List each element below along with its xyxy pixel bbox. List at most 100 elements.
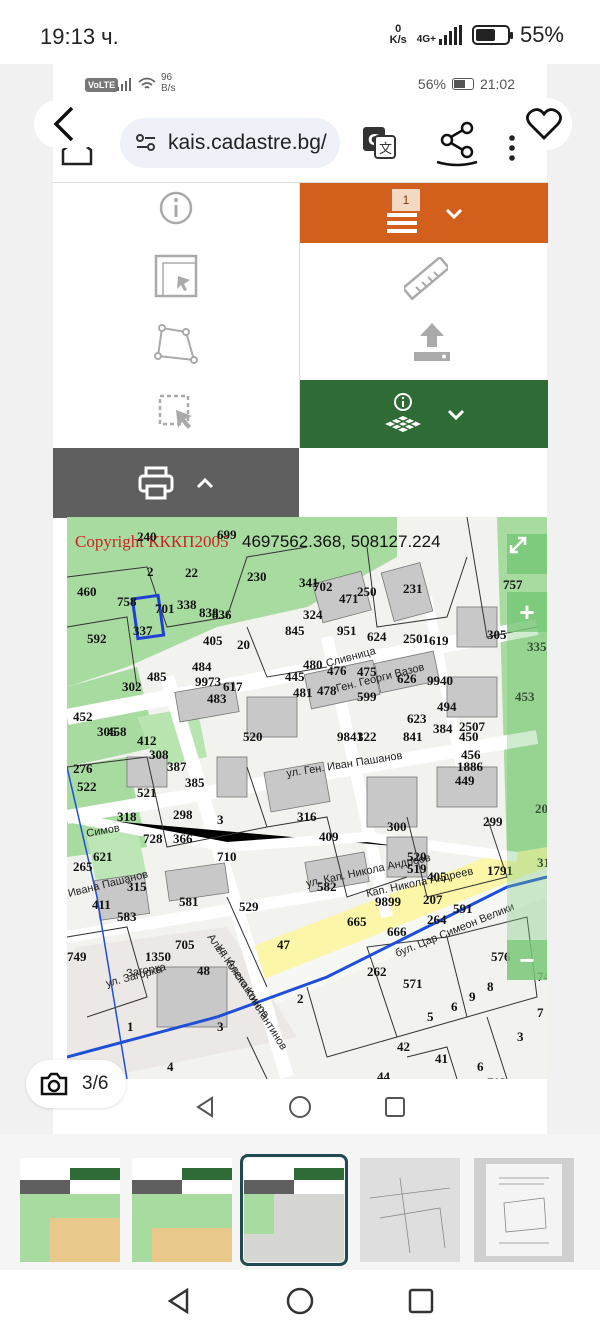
layers-panel: 1	[299, 183, 548, 448]
cadastral-map[interactable]: Copyright КККП2005 4697562.368, 508127.2…	[67, 517, 547, 1079]
measure-area-button[interactable]	[151, 251, 201, 301]
parcel-label: 240	[137, 529, 157, 544]
url-field[interactable]: kais.cadastre.bg/	[120, 118, 340, 168]
inner-battery-percent: 56%	[417, 76, 446, 92]
parcel-label: 3	[517, 1029, 524, 1044]
upload-button[interactable]	[412, 321, 452, 368]
zoom-slider[interactable]	[507, 680, 547, 940]
favorite-button[interactable]	[516, 98, 572, 150]
zoom-out-button[interactable]: −	[507, 940, 547, 980]
parcel-label: 626	[397, 671, 417, 686]
thumbnail-5[interactable]	[474, 1158, 574, 1262]
parcel-label: 4	[167, 1059, 174, 1074]
chevron-down-icon	[447, 409, 465, 420]
parcel-label: 9899	[375, 894, 402, 909]
thumbnail-1[interactable]	[20, 1158, 120, 1262]
info-layers-toggle[interactable]	[300, 380, 548, 448]
parcel-label: 520	[243, 729, 263, 744]
parcel-label: 728	[143, 831, 163, 846]
parcel-label: 9	[469, 989, 476, 1004]
volte-badge: VoLTE	[85, 78, 119, 92]
parcel-label: 623	[407, 711, 427, 726]
parcel-label: 305	[487, 627, 507, 642]
parcel-label: 44	[377, 1069, 391, 1079]
parcel-label: 22	[185, 565, 198, 580]
parcel-label: 702	[313, 579, 333, 594]
parcel-label: 318	[117, 809, 137, 824]
parcel-label: 471	[339, 591, 359, 606]
thumbnail-4[interactable]	[360, 1158, 460, 1262]
site-settings-icon[interactable]	[136, 134, 156, 152]
photo-counter[interactable]: 3/6	[26, 1060, 127, 1108]
parcel-label: 665	[347, 914, 367, 929]
ruler-button[interactable]	[401, 255, 451, 306]
info-icon	[159, 191, 193, 225]
parcel-label: 494	[437, 699, 457, 714]
parcel-label: 591	[453, 901, 473, 916]
parcel-label: 621	[93, 849, 113, 864]
fullscreen-button[interactable]	[507, 534, 547, 574]
parcel-label: 3	[217, 1019, 224, 1034]
parcel-label: 450	[459, 729, 479, 744]
parcel-label: 592	[87, 631, 107, 646]
parcel-label: 264	[427, 912, 447, 927]
parcel-label: 6	[477, 1059, 484, 1074]
parcel-label: 582	[317, 879, 337, 894]
parcel-label: 480	[303, 657, 323, 672]
parcel-label: 316	[297, 809, 317, 824]
info-tool-button[interactable]	[151, 183, 201, 233]
nav-back-icon[interactable]	[165, 1287, 193, 1315]
parcel-label: 337	[133, 623, 153, 638]
translate-icon[interactable]: G 文	[361, 124, 397, 160]
draw-polygon-button[interactable]	[151, 319, 201, 369]
parcel-label: 302	[122, 679, 142, 694]
chevron-up-icon	[196, 477, 214, 489]
inner-signal-icon	[117, 77, 156, 91]
nav-home-icon[interactable]	[285, 1286, 315, 1316]
parcel-label: 9973	[195, 674, 222, 689]
parcel-label: 478	[317, 683, 337, 698]
network-type: 4G+	[416, 34, 436, 45]
signal-icon: 4G+	[417, 25, 462, 45]
parcel-label: 475	[357, 664, 377, 679]
parcel-label: 599	[357, 689, 377, 704]
parcel-label: 1350	[145, 949, 171, 964]
parcel-label: 9940	[427, 673, 453, 688]
thumbnail-3-active[interactable]	[240, 1154, 348, 1266]
parcel-label: 484	[192, 659, 212, 674]
parcel-label: 366	[173, 831, 193, 846]
back-button[interactable]	[34, 100, 106, 148]
parcel-label: 262	[367, 964, 387, 979]
nav-back-icon	[196, 1095, 213, 1118]
more-icon[interactable]	[505, 130, 519, 166]
polygon-icon	[154, 324, 198, 364]
parcel-label: 299	[483, 814, 503, 829]
battery-percent: 55%	[519, 22, 564, 47]
fullscreen-icon	[509, 536, 527, 554]
parcel-label: 845	[285, 623, 305, 638]
share-icon[interactable]	[433, 118, 483, 168]
print-toggle[interactable]	[53, 448, 299, 518]
parcel-label: 583	[117, 909, 137, 924]
parcel-label: 452	[73, 709, 93, 724]
parcel-label: 749	[67, 949, 87, 964]
nav-recents-icon[interactable]	[407, 1287, 435, 1315]
system-nav-bar	[0, 1270, 600, 1332]
parcel-label: 458	[107, 724, 127, 739]
parcel-label: 1	[127, 1019, 134, 1034]
parcel-label: 385	[185, 775, 205, 790]
thumbnail-2[interactable]	[132, 1158, 232, 1262]
select-tool-button[interactable]	[151, 387, 201, 437]
layers-toggle[interactable]: 1	[300, 183, 548, 243]
parcel-label: 836	[212, 607, 232, 622]
parcel-label: 7	[537, 1005, 544, 1020]
screenshot-image[interactable]: VoLTE 96 B/s 56% 21:02 kais.cadastre.bg/…	[53, 64, 548, 1134]
nav-home-icon	[289, 1095, 311, 1118]
parcel-label: 705	[175, 937, 195, 952]
parcel-label: 460	[77, 584, 97, 599]
net-speed-unit: K/s	[389, 34, 407, 46]
parcel-label: 250	[357, 584, 377, 599]
zoom-in-button[interactable]: +	[507, 592, 547, 632]
parcel-label: 300	[387, 819, 407, 834]
layer-count-badge: 1	[392, 189, 420, 211]
